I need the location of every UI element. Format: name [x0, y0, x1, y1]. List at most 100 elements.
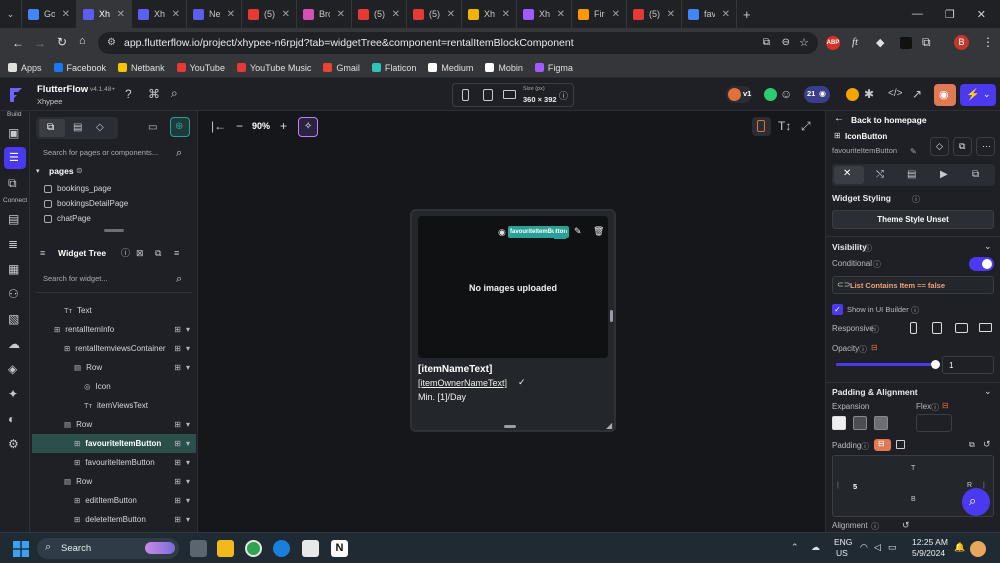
page-list-item[interactable]: chatPage: [32, 211, 196, 226]
tab-library-icon[interactable]: ◇: [96, 122, 104, 134]
task-view-icon[interactable]: [190, 540, 207, 557]
zoom-icon[interactable]: ⊖: [782, 37, 790, 48]
back-arrow-icon[interactable]: ←: [12, 36, 24, 50]
version-badge[interactable]: v1: [726, 86, 752, 103]
desktop-icon[interactable]: [503, 90, 516, 99]
tab-properties[interactable]: ✕: [834, 166, 864, 184]
widget-tree-node[interactable]: ▤ Row ⊞ ▾: [32, 415, 196, 434]
tab-docs-icon[interactable]: ⧉: [972, 169, 979, 181]
search-fab[interactable]: ⌕: [962, 488, 990, 516]
ai-assist-button[interactable]: ✧: [298, 117, 318, 137]
browser-tab[interactable]: New ✕: [187, 0, 242, 28]
widget-tree-node[interactable]: ⊞ rentalItemInfo ⊞ ▾: [32, 320, 196, 339]
restore-icon[interactable]: ❐: [945, 8, 955, 21]
volume-icon[interactable]: ◁: [874, 542, 881, 553]
tablet-icon[interactable]: [483, 89, 493, 101]
address-bar[interactable]: ⚙ app.flutterflow.io/project/xhypee-n6rp…: [98, 32, 818, 54]
conditional-info-icon[interactable]: ⓘ: [873, 259, 881, 270]
node-menu-chevron-icon[interactable]: ▾: [186, 515, 190, 524]
widget-tree-node[interactable]: Tт itemViewsText: [32, 396, 196, 415]
rail-api-icon[interactable]: ≣: [8, 238, 18, 250]
responsive-tablet-icon[interactable]: [932, 322, 942, 334]
bookmark-item[interactable]: Medium: [428, 63, 473, 73]
tab-close-icon[interactable]: ✕: [722, 9, 730, 20]
new-tab-button[interactable]: +: [737, 0, 757, 28]
tab-close-icon[interactable]: ✕: [557, 9, 565, 20]
tab-close-icon[interactable]: ✕: [392, 9, 400, 20]
condition-expression-field[interactable]: ⊂⊃ List Contains Item == false: [832, 276, 994, 294]
padding-copy-icon[interactable]: ⧉: [969, 440, 975, 450]
bookmark-item[interactable]: Mobin: [485, 63, 523, 73]
tab-close-icon[interactable]: ✕: [62, 9, 70, 20]
firebase-icon[interactable]: [846, 88, 859, 101]
rail-settings-icon[interactable]: ⚙: [8, 438, 19, 450]
clock-time[interactable]: 12:25 AM: [912, 537, 948, 547]
windows-start-icon[interactable]: [13, 541, 29, 557]
search-widget-icon[interactable]: ⌕: [176, 273, 182, 285]
rail-database-icon[interactable]: ▤: [8, 213, 19, 225]
widget-tree-node[interactable]: ⊞ favouriteItemButton ⊞ ▾: [32, 434, 196, 453]
tab-close-icon[interactable]: ✕: [612, 9, 620, 20]
tab-close-icon[interactable]: ✕: [282, 9, 290, 20]
rail-layers-icon[interactable]: ◈: [8, 363, 17, 375]
responsive-desktop-icon[interactable]: [979, 323, 992, 332]
browser-tab[interactable]: (5) H ✕: [352, 0, 407, 28]
tab-close-icon[interactable]: ✕: [227, 9, 235, 20]
rail-media-icon[interactable]: ▧: [8, 313, 19, 325]
command-icon[interactable]: ⌘: [148, 88, 160, 100]
opacity-input[interactable]: 1: [942, 356, 994, 374]
frame-corner-resize-icon[interactable]: ◢: [606, 421, 612, 430]
widget-tree-node[interactable]: ◎ Icon: [32, 377, 196, 396]
widget-styling-info-icon[interactable]: ⓘ: [912, 194, 920, 205]
browser-tab[interactable]: Brow ✕: [297, 0, 352, 28]
bookmark-item[interactable]: Apps: [8, 63, 42, 73]
clock-date[interactable]: 5/9/2024: [912, 548, 945, 558]
folder-chevron-icon[interactable]: ▾: [36, 167, 40, 175]
flex-variable-icon[interactable]: ⊟: [942, 401, 949, 410]
expansion-flexible-button[interactable]: [853, 416, 867, 430]
browser-tab[interactable]: Xhyp ✕: [517, 0, 572, 28]
opacity-info-icon[interactable]: ⓘ: [859, 344, 867, 355]
page-list-item[interactable]: bookings_page: [32, 181, 196, 196]
add-child-icon[interactable]: ⊞: [174, 420, 181, 429]
add-child-icon[interactable]: ⊞: [174, 363, 181, 372]
browser-tab[interactable]: Xhyp ✕: [77, 0, 132, 28]
add-folder-icon[interactable]: ▭: [148, 122, 157, 134]
browser-tab[interactable]: (5) W ✕: [242, 0, 297, 28]
widget-tree-collapse-icon[interactable]: ≡: [40, 247, 45, 259]
flex-input[interactable]: [916, 414, 952, 432]
info-icon[interactable]: ⓘ: [559, 90, 568, 102]
theme-diamond-button[interactable]: ◇: [930, 137, 949, 156]
rail-pages-icon[interactable]: ▣: [8, 127, 19, 139]
widget-tree-node[interactable]: ▤ Row ⊞ ▾: [32, 358, 196, 377]
zoom-in-button[interactable]: +: [280, 119, 287, 133]
show-in-ui-checkbox[interactable]: ✓: [832, 304, 843, 315]
widget-tree-node[interactable]: ⊞ favouriteItemButton ⊞ ▾: [32, 453, 196, 472]
close-window-icon[interactable]: ✕: [977, 8, 986, 21]
tab-pages[interactable]: ⧉: [39, 119, 65, 137]
browser-tab[interactable]: (5) Y ✕: [627, 0, 682, 28]
rail-cloud-icon[interactable]: ☁: [8, 338, 20, 350]
tab-close-icon[interactable]: ✕: [172, 9, 180, 20]
rename-pencil-icon[interactable]: ✎: [910, 147, 917, 156]
edit-pencil-icon[interactable]: ✎: [574, 226, 582, 237]
conditional-toggle[interactable]: [969, 257, 994, 271]
store-taskbar-icon[interactable]: [302, 540, 319, 557]
reload-icon[interactable]: ↻: [57, 35, 67, 49]
tab-close-icon[interactable]: ✕: [447, 9, 455, 20]
check-status-icon[interactable]: [764, 88, 777, 101]
phone-icon[interactable]: [462, 89, 469, 101]
widget-tree-node[interactable]: ▤ Row ⊞ ▾: [32, 472, 196, 491]
alignment-reset-icon[interactable]: ↺: [902, 520, 910, 531]
tab-actions-icon[interactable]: ⤭: [876, 169, 884, 181]
browser-tab[interactable]: favor ✕: [682, 0, 737, 28]
widget-tree-node[interactable]: ⊞ deleteItemButton ⊞ ▾: [32, 510, 196, 529]
copilot-icon[interactable]: [970, 541, 986, 557]
help-icon[interactable]: ?: [125, 88, 132, 100]
browser-tab[interactable]: Goog ✕: [22, 0, 77, 28]
delete-trash-icon[interactable]: 🗑: [593, 226, 604, 237]
tab-close-icon[interactable]: ✕: [337, 9, 345, 20]
node-menu-chevron-icon[interactable]: ▾: [186, 458, 190, 467]
padding-variable-button[interactable]: ⊟: [874, 439, 891, 451]
padding-link-checkbox[interactable]: [896, 440, 905, 449]
